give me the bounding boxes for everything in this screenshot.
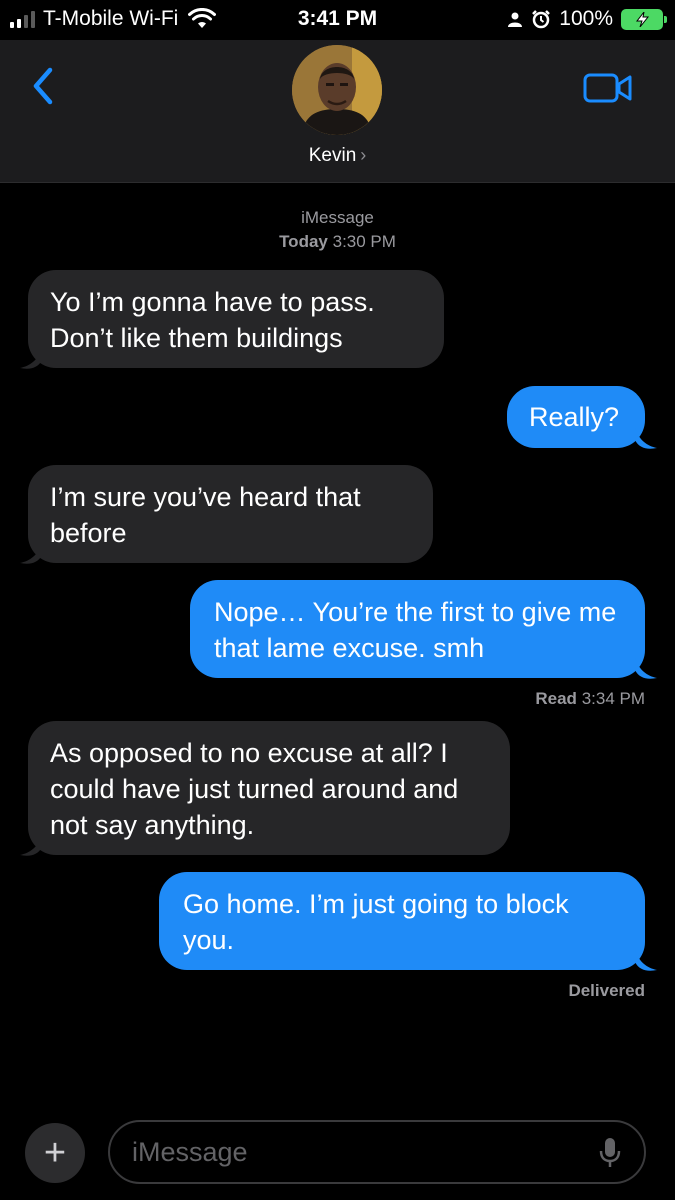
- delivered-status: Delivered: [568, 981, 645, 1001]
- plus-label: +: [43, 1131, 67, 1174]
- message-input-container[interactable]: [108, 1120, 646, 1184]
- message-text: Go home. I’m just going to block you.: [183, 889, 569, 955]
- microphone-icon[interactable]: [598, 1136, 622, 1170]
- message-text: Nope… You’re the first to give me that l…: [214, 597, 617, 663]
- video-camera-icon[interactable]: [583, 72, 633, 104]
- alarm-icon: [532, 10, 551, 29]
- message-text: I’m sure you’ve heard that before: [50, 482, 361, 548]
- message-text: Yo I’m gonna have to pass. Don’t like th…: [50, 287, 375, 353]
- message-bubble-outgoing[interactable]: Go home. I’m just going to block you.: [159, 872, 645, 970]
- battery-charging-icon: [621, 8, 667, 30]
- read-time: 3:34 PM: [581, 689, 645, 708]
- avatar[interactable]: [292, 45, 382, 135]
- bubble-tail: [20, 348, 42, 369]
- timestamp-time: 3:30 PM: [332, 232, 396, 251]
- delivered-label: Delivered: [568, 981, 645, 1000]
- status-bar: T-Mobile Wi-Fi 3:41 PM 100%: [0, 0, 675, 40]
- person-icon: [508, 12, 523, 27]
- conversation-header: Kevin ›: [0, 40, 675, 183]
- bubble-tail: [635, 950, 657, 971]
- message-input[interactable]: [132, 1132, 572, 1172]
- message-bubble-incoming[interactable]: As opposed to no excuse at all? I could …: [28, 721, 510, 855]
- contact-name-button[interactable]: Kevin ›: [0, 145, 675, 167]
- chevron-right-icon: ›: [360, 145, 367, 165]
- back-chevron-icon[interactable]: [28, 66, 58, 106]
- read-receipt: Read 3:34 PM: [535, 689, 645, 709]
- battery-percent: 100%: [559, 7, 613, 30]
- bubble-tail: [20, 543, 42, 564]
- contact-name: Kevin: [308, 145, 357, 166]
- bubble-tail: [20, 835, 42, 856]
- timestamp-day: Today: [279, 232, 328, 251]
- message-bubble-outgoing[interactable]: Really?: [507, 386, 645, 448]
- bubble-tail: [635, 658, 657, 679]
- read-label: Read: [535, 689, 577, 708]
- status-right: 100%: [507, 7, 667, 31]
- conversation-timestamp: Today 3:30 PM: [0, 232, 675, 252]
- service-label: iMessage: [301, 208, 374, 227]
- plus-icon[interactable]: +: [25, 1123, 85, 1183]
- message-bubble-incoming[interactable]: I’m sure you’ve heard that before: [28, 465, 433, 563]
- message-bubble-incoming[interactable]: Yo I’m gonna have to pass. Don’t like th…: [28, 270, 444, 368]
- message-text: As opposed to no excuse at all? I could …: [50, 738, 459, 840]
- message-text: Really?: [529, 402, 620, 432]
- bubble-tail: [635, 428, 657, 449]
- message-bubble-outgoing[interactable]: Nope… You’re the first to give me that l…: [190, 580, 645, 678]
